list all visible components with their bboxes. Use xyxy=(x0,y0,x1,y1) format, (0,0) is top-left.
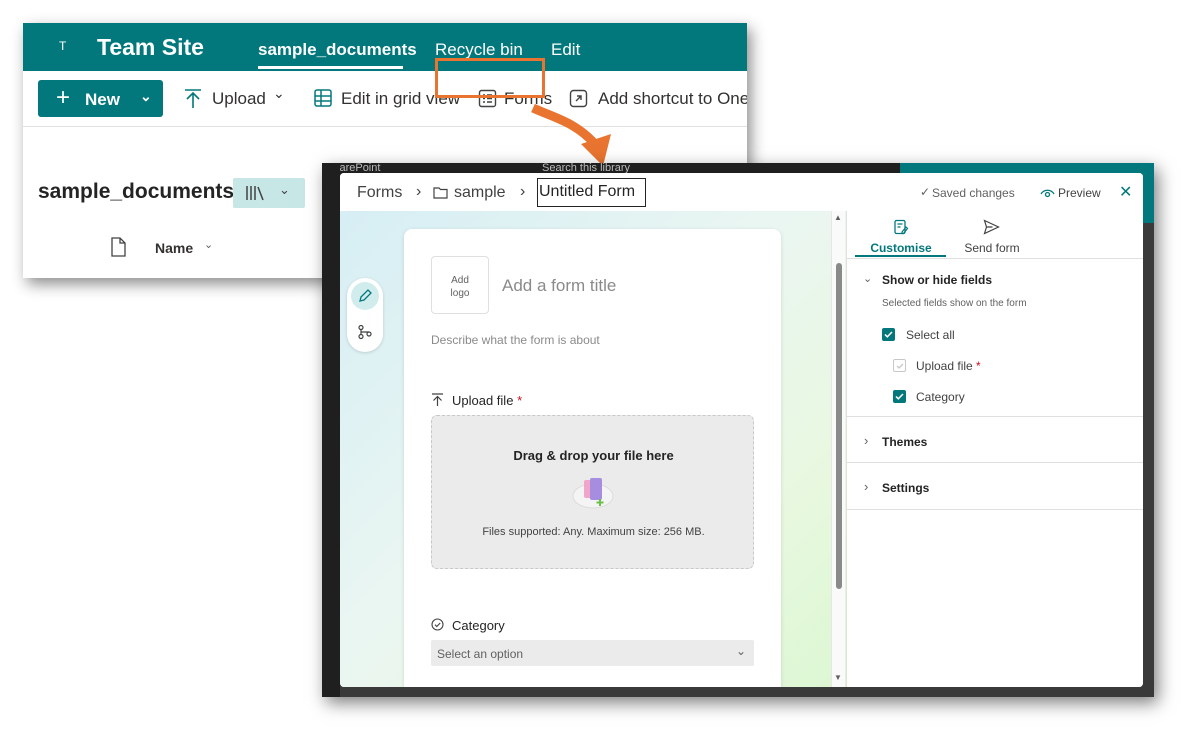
file-dropzone[interactable]: Drag & drop your file here Files support… xyxy=(431,415,754,569)
tab-send-form[interactable]: Send form xyxy=(952,241,1032,255)
plus-icon: + xyxy=(56,84,71,111)
send-icon xyxy=(983,219,1000,240)
forms-editor-window: SharePoint Search this library Forms › s… xyxy=(322,163,1154,697)
select-all-label: Select all xyxy=(906,328,955,342)
site-header: T Team Site sample_documents Recycle bin… xyxy=(23,23,747,71)
grid-icon xyxy=(313,88,333,113)
form-name-field[interactable]: Untitled Form xyxy=(537,178,646,207)
chevron-down-icon: ⌄ xyxy=(735,644,746,658)
branch-icon[interactable] xyxy=(357,324,373,345)
chevron-right-icon[interactable]: › xyxy=(864,479,868,494)
nav-edit[interactable]: Edit xyxy=(551,40,580,60)
scroll-thumb[interactable] xyxy=(836,263,842,589)
show-hide-fields-header[interactable]: Show or hide fields xyxy=(882,273,992,287)
check-icon: ✓ xyxy=(920,185,931,199)
category-select-placeholder: Select an option xyxy=(437,647,524,661)
tab-customise[interactable]: Customise xyxy=(861,241,941,255)
customise-side-panel: Customise Send form ⌄ Show or hide field… xyxy=(846,211,1143,687)
required-marker: * xyxy=(976,359,981,373)
forms-panel: Forms › sample › Untitled Form ✓ Saved c… xyxy=(340,173,1143,687)
form-card: Add logo Add a form title Describe what … xyxy=(404,229,781,687)
chevron-down-icon[interactable]: ⌄ xyxy=(863,272,872,285)
chevron-down-icon: ⌄ xyxy=(140,88,152,104)
customise-icon xyxy=(893,219,909,240)
upload-file-checkbox xyxy=(893,359,906,372)
upload-file-field: Upload file * xyxy=(916,359,981,373)
upload-icon xyxy=(183,88,203,115)
folder-icon xyxy=(433,186,448,204)
upload-question: Upload file * xyxy=(452,393,522,408)
pen-icon[interactable] xyxy=(351,282,379,310)
upload-button[interactable]: Upload xyxy=(212,89,266,109)
new-button[interactable]: + New ⌄ xyxy=(38,80,163,117)
breadcrumb-forms[interactable]: Forms xyxy=(357,184,402,202)
chevron-right-icon: › xyxy=(520,183,526,200)
library-view-icon xyxy=(245,184,267,207)
form-canvas: Add logo Add a form title Describe what … xyxy=(340,211,846,687)
active-tab-underline xyxy=(855,255,946,257)
command-bar: + New ⌄ Upload ⌄ Edit in grid view Forms… xyxy=(23,71,747,127)
tool-rail xyxy=(347,278,383,352)
section-divider xyxy=(847,462,1143,463)
select-all-checkbox[interactable] xyxy=(882,328,895,341)
forms-callout-highlight xyxy=(435,58,545,98)
show-hide-fields-help: Selected fields show on the form xyxy=(882,298,1027,309)
new-button-label: New xyxy=(85,90,120,109)
category-field-label: Category xyxy=(916,390,965,404)
upload-icon xyxy=(431,393,444,412)
tab-divider xyxy=(847,258,1143,259)
chevron-down-icon: ⌄ xyxy=(279,182,290,197)
category-question-label: Category xyxy=(452,618,505,633)
chevron-down-icon[interactable]: ⌄ xyxy=(273,85,285,102)
library-title: sample_documents xyxy=(38,180,235,203)
chevron-right-icon: › xyxy=(416,183,422,200)
dropzone-title: Drag & drop your file here xyxy=(513,448,674,463)
scroll-down-arrow[interactable]: ▼ xyxy=(834,673,842,682)
section-divider xyxy=(847,416,1143,417)
upload-question-label: Upload file xyxy=(452,393,514,408)
chevron-down-icon[interactable]: ⌄ xyxy=(204,238,213,251)
nav-recycle-bin[interactable]: Recycle bin xyxy=(435,40,523,60)
section-divider xyxy=(847,509,1143,510)
nav-sample-documents[interactable]: sample_documents xyxy=(258,40,417,60)
site-title[interactable]: Team Site xyxy=(97,34,204,61)
required-marker: * xyxy=(517,393,523,408)
add-logo-line2: logo xyxy=(450,288,470,299)
category-checkbox[interactable] xyxy=(893,390,906,403)
themes-section-header[interactable]: Themes xyxy=(882,435,927,449)
add-logo-line1: Add xyxy=(451,275,469,286)
saved-status: Saved changes xyxy=(932,186,1015,200)
file-icon xyxy=(110,237,126,262)
background-edge xyxy=(322,163,340,697)
library-view-button[interactable]: ⌄ xyxy=(233,178,305,208)
close-icon[interactable]: ✕ xyxy=(1119,182,1132,202)
chevron-right-icon[interactable]: › xyxy=(864,433,868,448)
breadcrumb-sample[interactable]: sample xyxy=(454,184,506,202)
site-logo[interactable]: T xyxy=(59,39,66,53)
preview-button[interactable]: Preview xyxy=(1058,186,1101,200)
form-description-input[interactable]: Describe what the form is about xyxy=(431,333,600,347)
check-circle-icon xyxy=(431,618,444,636)
settings-section-header[interactable]: Settings xyxy=(882,481,929,495)
active-nav-underline xyxy=(258,66,403,69)
eye-icon xyxy=(1040,186,1055,204)
form-title-input[interactable]: Add a form title xyxy=(502,276,616,296)
upload-file-field-label: Upload file xyxy=(916,359,973,373)
add-logo-button[interactable]: Add logo xyxy=(431,256,489,314)
canvas-scrollbar[interactable]: ▲ ▼ xyxy=(831,211,845,687)
name-column-header[interactable]: Name xyxy=(155,240,193,256)
scroll-up-arrow[interactable]: ▲ xyxy=(834,213,842,222)
dropzone-subtitle: Files supported: Any. Maximum size: 256 … xyxy=(482,526,705,538)
forms-topbar: Forms › sample › Untitled Form ✓ Saved c… xyxy=(340,173,1143,211)
cloud-upload-icon xyxy=(570,472,616,521)
category-select[interactable]: Select an option ⌄ xyxy=(431,640,754,666)
add-shortcut-button[interactable]: Add shortcut to One xyxy=(598,89,747,109)
